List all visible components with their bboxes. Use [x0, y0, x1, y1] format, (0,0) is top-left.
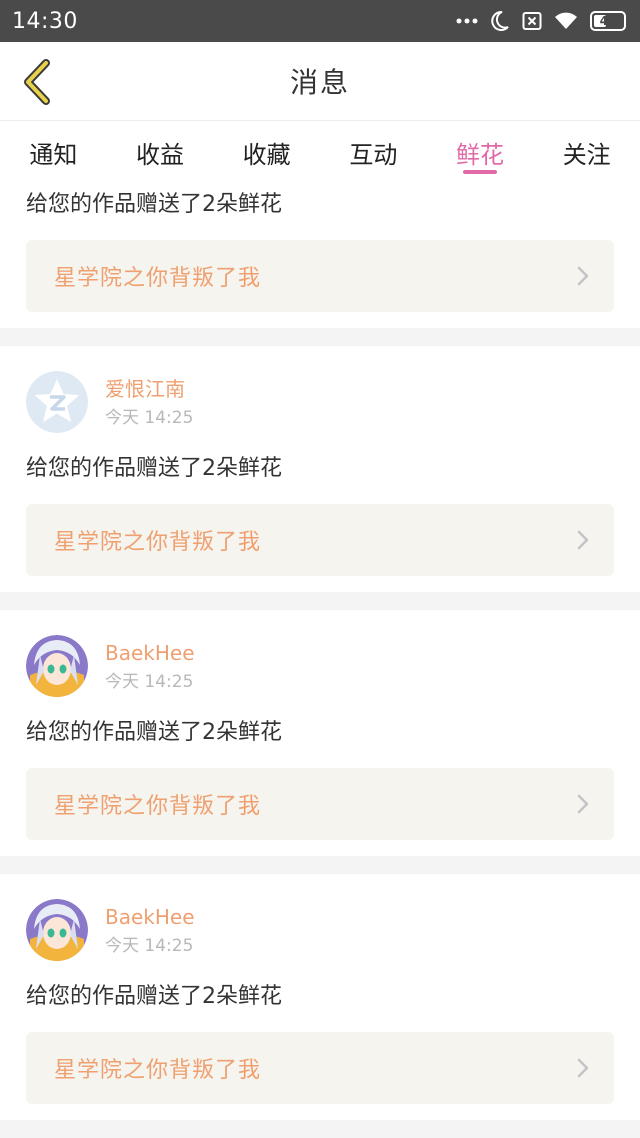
user-meta: BaekHee 今天 14:25	[105, 640, 195, 693]
battery-icon: 44	[590, 11, 626, 31]
avatar[interactable]	[26, 371, 88, 433]
tab-bar: 通知 收益 收藏 互动 鲜花 关注	[0, 120, 640, 180]
work-title: 星学院之你背叛了我	[54, 1058, 262, 1083]
username[interactable]: 爱恨江南	[105, 376, 193, 402]
work-link[interactable]: 星学院之你背叛了我	[26, 504, 614, 576]
status-icons: 44	[456, 10, 626, 32]
tab-notifications[interactable]: 通知	[0, 121, 107, 180]
chevron-right-icon	[577, 530, 589, 550]
message-text: 给您的作品赠送了2朵鲜花	[26, 192, 282, 217]
back-button[interactable]	[12, 52, 62, 112]
status-bar: 14:30 44	[0, 0, 640, 42]
timestamp: 今天 14:25	[105, 407, 194, 428]
avatar[interactable]	[26, 635, 88, 697]
user-row: 爱恨江南 今天 14:25	[26, 370, 614, 434]
user-meta: BaekHee 今天 14:25	[105, 904, 195, 957]
tab-following[interactable]: 关注	[533, 121, 640, 180]
default-star-avatar-icon	[26, 371, 88, 433]
anime-character-avatar-icon	[26, 635, 88, 697]
wifi-icon	[555, 12, 577, 29]
timestamp: 今天 14:25	[105, 671, 194, 692]
user-row: BaekHee 今天 14:25	[26, 898, 614, 962]
tab-favorites[interactable]: 收藏	[213, 121, 320, 180]
message-card: BaekHee 今天 14:25 给您的作品赠送了2朵鲜花 星学院之你背叛了我	[0, 874, 640, 1120]
tab-flowers[interactable]: 鲜花	[427, 121, 534, 180]
message-text: 给您的作品赠送了2朵鲜花	[26, 984, 282, 1009]
more-dots-icon	[456, 18, 478, 24]
message-card: 给您的作品赠送了2朵鲜花 星学院之你背叛了我	[0, 180, 640, 328]
message-text: 给您的作品赠送了2朵鲜花	[26, 456, 282, 481]
chevron-right-icon	[577, 266, 589, 286]
chevron-right-icon	[577, 1058, 589, 1078]
page-title: 消息	[289, 66, 350, 99]
nav-bar: 消息	[0, 42, 640, 120]
work-title: 星学院之你背叛了我	[54, 794, 262, 819]
status-time: 14:30	[12, 8, 78, 34]
anime-character-avatar-icon	[26, 899, 88, 961]
user-row: BaekHee 今天 14:25	[26, 634, 614, 698]
work-link[interactable]: 星学院之你背叛了我	[26, 768, 614, 840]
chevron-right-icon	[577, 794, 589, 814]
tab-earnings[interactable]: 收益	[107, 121, 214, 180]
message-text: 给您的作品赠送了2朵鲜花	[26, 720, 282, 745]
work-title: 星学院之你背叛了我	[54, 266, 262, 291]
battery-level: 44	[599, 14, 617, 28]
work-link[interactable]: 星学院之你背叛了我	[26, 240, 614, 312]
username[interactable]: BaekHee	[105, 904, 195, 930]
avatar[interactable]	[26, 899, 88, 961]
message-feed: 给您的作品赠送了2朵鲜花 星学院之你背叛了我 爱恨江南 今天 14:25 给您的…	[0, 180, 640, 1120]
sim-off-icon	[522, 12, 542, 30]
work-title: 星学院之你背叛了我	[54, 530, 262, 555]
username[interactable]: BaekHee	[105, 640, 195, 666]
user-meta: 爱恨江南 今天 14:25	[105, 376, 193, 429]
moon-icon	[491, 10, 509, 31]
work-link[interactable]: 星学院之你背叛了我	[26, 1032, 614, 1104]
message-card: BaekHee 今天 14:25 给您的作品赠送了2朵鲜花 星学院之你背叛了我	[0, 610, 640, 856]
chevron-left-icon	[24, 59, 50, 105]
tab-interactions[interactable]: 互动	[320, 121, 427, 180]
timestamp: 今天 14:25	[105, 935, 194, 956]
message-card: 爱恨江南 今天 14:25 给您的作品赠送了2朵鲜花 星学院之你背叛了我	[0, 346, 640, 592]
